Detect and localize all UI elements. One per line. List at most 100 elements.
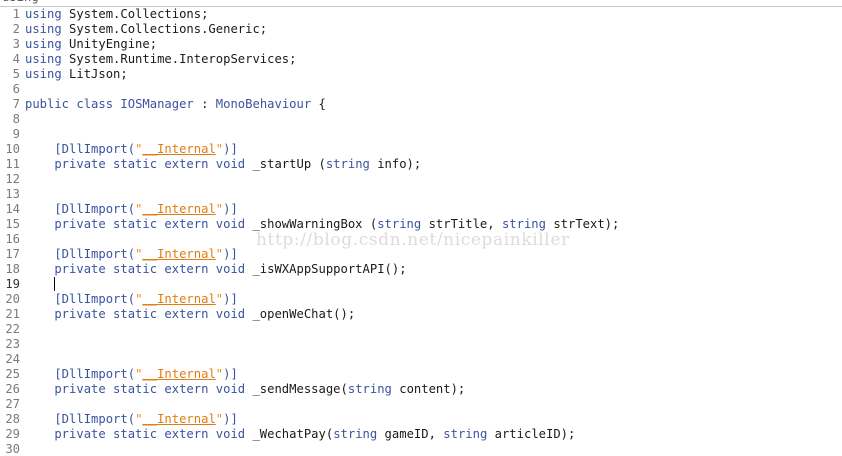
code-line[interactable]: 25 [DllImport("__Internal")] bbox=[0, 367, 842, 382]
code-token: string bbox=[443, 427, 488, 441]
code-text: [DllImport("__Internal")] bbox=[25, 292, 237, 306]
line-number: 6 bbox=[12, 82, 20, 96]
line-number: 22 bbox=[5, 322, 20, 336]
code-token: )] bbox=[223, 367, 238, 381]
code-text: private static extern void _startUp (str… bbox=[25, 157, 421, 171]
code-line[interactable]: 3 using UnityEngine; bbox=[0, 37, 842, 52]
previous-content-edge: using bbox=[0, 0, 842, 7]
code-line[interactable]: 14 [DllImport("__Internal")] bbox=[0, 202, 842, 217]
code-token: System.Collections; bbox=[61, 7, 209, 21]
line-number: 28 bbox=[5, 412, 20, 426]
code-line[interactable]: 24 bbox=[0, 352, 842, 367]
line-number: 4 bbox=[12, 52, 20, 66]
code-token: info); bbox=[369, 157, 422, 171]
code-line[interactable]: 20 [DllImport("__Internal")] bbox=[0, 292, 842, 307]
code-text: [DllImport("__Internal")] bbox=[25, 412, 237, 426]
line-number: 19 bbox=[5, 277, 20, 291]
code-token: string bbox=[325, 157, 370, 171]
code-token: strText); bbox=[545, 217, 620, 231]
code-token: string bbox=[377, 217, 422, 231]
code-line[interactable]: 18 private static extern void _isWXAppSu… bbox=[0, 262, 842, 277]
code-line[interactable]: 23 bbox=[0, 337, 842, 352]
code-line[interactable]: 30 bbox=[0, 442, 842, 456]
code-line[interactable]: 16 bbox=[0, 232, 842, 247]
code-text: [DllImport("__Internal")] bbox=[25, 202, 238, 216]
code-line[interactable]: 13 bbox=[0, 187, 842, 202]
code-text: using System.Runtime.InteropServices; bbox=[25, 52, 297, 66]
line-number: 24 bbox=[5, 352, 20, 366]
line-number: 10 bbox=[5, 142, 20, 156]
code-token: _isWXAppSupportAPI(); bbox=[245, 262, 407, 276]
line-number: 5 bbox=[12, 67, 20, 81]
code-token: using bbox=[25, 37, 62, 51]
code-token: System.Runtime.InteropServices; bbox=[61, 52, 297, 66]
code-line[interactable]: 8 bbox=[0, 112, 842, 127]
line-number: 20 bbox=[5, 292, 20, 306]
code-token: gameID, bbox=[377, 427, 444, 441]
code-token: private static extern void bbox=[25, 427, 246, 441]
code-token: [DllImport( bbox=[25, 247, 136, 261]
code-line[interactable]: 26 private static extern void _sendMessa… bbox=[0, 382, 842, 397]
code-token: __Internal bbox=[142, 142, 216, 156]
code-token: System.Collections.Generic; bbox=[61, 22, 268, 36]
code-token: private static extern void bbox=[25, 217, 246, 231]
code-line[interactable]: 5 using LitJson; bbox=[0, 67, 842, 82]
code-line[interactable]: 28 [DllImport("__Internal")] bbox=[0, 412, 842, 427]
code-line[interactable]: 10 [DllImport("__Internal")] bbox=[0, 142, 842, 157]
code-line[interactable]: 7 public class IOSManager : MonoBehaviour… bbox=[0, 97, 842, 112]
code-token: string bbox=[501, 217, 546, 231]
code-line[interactable]: 17 [DllImport("__Internal")] bbox=[0, 247, 842, 262]
code-token: LitJson; bbox=[61, 67, 128, 81]
code-text: using LitJson; bbox=[25, 67, 128, 81]
line-number: 25 bbox=[5, 367, 20, 381]
code-token: _sendMessage( bbox=[245, 382, 348, 396]
code-line[interactable]: 21 private static extern void _openWeCha… bbox=[0, 307, 842, 322]
code-line[interactable]: 29 private static extern void _WechatPay… bbox=[0, 427, 842, 442]
code-text: using System.Collections.Generic; bbox=[25, 22, 267, 36]
code-line[interactable]: 27 bbox=[0, 397, 842, 412]
code-editor[interactable]: 1 using System.Collections; 2 using System.… bbox=[0, 7, 842, 456]
code-token: _WechatPay( bbox=[245, 427, 334, 441]
code-token: private static extern void bbox=[25, 262, 246, 276]
code-token: using bbox=[25, 52, 62, 66]
code-token: using bbox=[25, 67, 62, 81]
code-token: __Internal bbox=[142, 292, 216, 306]
code-line[interactable]: 4 using System.Runtime.InteropServices; bbox=[0, 52, 842, 67]
code-token: __Internal bbox=[142, 247, 216, 261]
line-number: 21 bbox=[5, 307, 20, 321]
code-line[interactable]: 6 bbox=[0, 82, 842, 97]
code-line[interactable]: 2 using System.Collections.Generic; bbox=[0, 22, 842, 37]
code-token: )] bbox=[223, 247, 238, 261]
line-number: 9 bbox=[12, 127, 20, 141]
code-token: )] bbox=[223, 142, 238, 156]
code-line[interactable]: 11 private static extern void _startUp (… bbox=[0, 157, 842, 172]
line-number: 29 bbox=[5, 427, 20, 441]
code-token: private static extern void bbox=[25, 382, 246, 396]
code-line[interactable]: 9 bbox=[0, 127, 842, 142]
code-token: [DllImport( bbox=[25, 142, 136, 156]
code-token: [DllImport( bbox=[25, 292, 136, 306]
code-text: private static extern void _isWXAppSuppo… bbox=[25, 262, 407, 276]
code-line[interactable]: 12 bbox=[0, 172, 842, 187]
code-token: using bbox=[25, 22, 62, 36]
code-line[interactable]: 15 private static extern void _showWarni… bbox=[0, 217, 842, 232]
code-line[interactable]: 22 bbox=[0, 322, 842, 337]
code-token: MonoBehaviour bbox=[215, 97, 312, 111]
code-text: private static extern void _WechatPay( st… bbox=[25, 427, 575, 441]
code-token: string bbox=[347, 382, 392, 396]
code-token: IOSManager bbox=[113, 97, 194, 111]
code-token: )] bbox=[223, 202, 238, 216]
code-line[interactable]: 1 using System.Collections; bbox=[0, 7, 842, 22]
code-token: using bbox=[25, 7, 62, 21]
line-number: 12 bbox=[5, 172, 20, 186]
code-token: __Internal bbox=[142, 367, 216, 381]
code-text: public class IOSManager : MonoBehaviour … bbox=[25, 97, 326, 111]
code-text: using System.Collections; bbox=[25, 7, 208, 21]
code-token: [DllImport( bbox=[25, 412, 136, 426]
code-line[interactable]: 19 bbox=[0, 277, 842, 292]
code-token: private static extern void bbox=[25, 307, 246, 321]
line-number: 3 bbox=[12, 37, 20, 51]
code-text: [DllImport("__Internal")] bbox=[25, 247, 238, 261]
code-text: private static extern void _openWeChat()… bbox=[25, 307, 355, 321]
line-number: 7 bbox=[12, 97, 20, 111]
